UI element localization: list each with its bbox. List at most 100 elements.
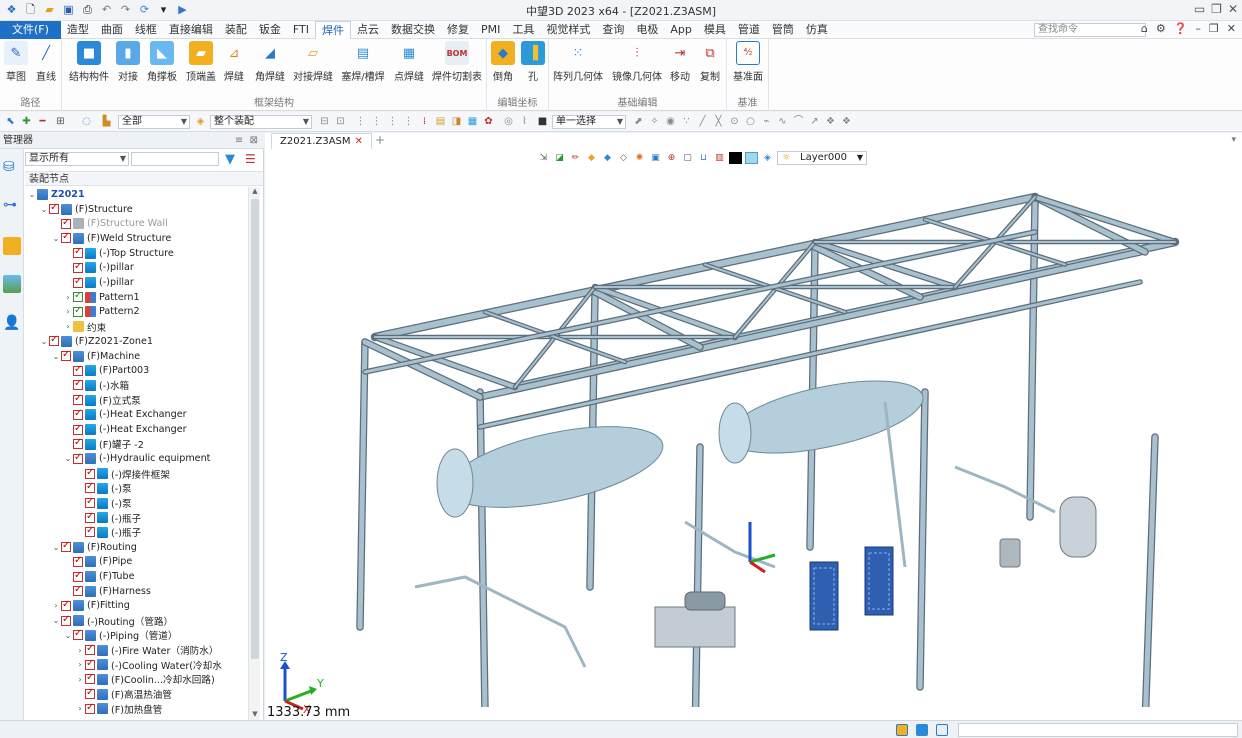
tree-node[interactable]: (-)泵: [75, 496, 132, 511]
plug-slot-weld-button[interactable]: ▤ 塞焊/槽焊: [341, 41, 385, 84]
expand-toggle-icon[interactable]: ⌄: [51, 543, 61, 552]
menu-item[interactable]: 管筒: [766, 21, 800, 39]
menu-item[interactable]: App: [664, 21, 698, 39]
tree-node[interactable]: ⌄ (F)Structure: [39, 202, 133, 217]
visibility-checkbox[interactable]: [73, 393, 83, 406]
layer-icon[interactable]: ◈: [761, 152, 774, 164]
view-light-icon[interactable]: ✺: [633, 152, 646, 164]
visibility-checkbox[interactable]: [85, 467, 95, 479]
tool-icon[interactable]: ▦: [466, 115, 479, 128]
visibility-checkbox[interactable]: [85, 496, 95, 509]
help-icon[interactable]: ❓: [1174, 22, 1188, 35]
view-color-icon[interactable]: ▣: [649, 152, 662, 164]
tree-scrollbar[interactable]: ▲ ▼: [248, 187, 260, 720]
color-black-icon[interactable]: [729, 152, 742, 164]
menu-item[interactable]: FTI: [287, 21, 315, 39]
visibility-checkbox[interactable]: [85, 511, 95, 523]
view-fit-icon[interactable]: ⇲: [537, 152, 550, 164]
tool-icon[interactable]: ■: [536, 115, 549, 128]
menu-item[interactable]: 电极: [630, 21, 664, 39]
visibility-checkbox[interactable]: [73, 364, 83, 376]
gusset-button[interactable]: ◣ 角撑板: [140, 41, 184, 83]
menu-item[interactable]: 工具: [506, 21, 540, 39]
box-select-icon[interactable]: ⊞: [54, 115, 67, 128]
tree-search-input[interactable]: [131, 152, 219, 166]
snap-icon[interactable]: ∵: [680, 115, 693, 128]
menu-item[interactable]: 点云: [351, 21, 385, 39]
expand-toggle-icon[interactable]: ›: [63, 307, 73, 316]
menu-item[interactable]: 修复: [441, 21, 475, 39]
snap-icon[interactable]: ╱: [696, 115, 709, 128]
view-box-icon[interactable]: ▢: [681, 152, 694, 164]
expand-toggle-icon[interactable]: ⌄: [51, 616, 61, 625]
tree-node[interactable]: ⌄ (F)Weld Structure: [51, 231, 171, 246]
tool-icon[interactable]: ⋮: [354, 115, 367, 128]
assembly-tab-icon[interactable]: ⊶: [3, 197, 21, 215]
tree-node[interactable]: (F)Harness: [63, 584, 151, 599]
tree-node[interactable]: (-)pillar: [63, 261, 134, 276]
tool-icon[interactable]: ▤: [434, 115, 447, 128]
document-tab[interactable]: Z2021.Z3ASM ✕: [271, 133, 372, 149]
mirror-geometry-button[interactable]: ⫶ 镜像几何体: [612, 41, 662, 84]
doc-close-icon[interactable]: ✕: [1227, 22, 1236, 35]
tree-node[interactable]: › (F)Coolin...冷却水回路): [75, 672, 214, 687]
visibility-checkbox[interactable]: [49, 202, 59, 215]
layer-combo[interactable]: ☼ Layer000 ▼: [777, 151, 867, 165]
visibility-checkbox[interactable]: [85, 643, 95, 656]
tree-node[interactable]: › (F)Fitting: [51, 599, 130, 614]
tree-node[interactable]: › 约束: [63, 319, 106, 334]
expand-toggle-icon[interactable]: ⌄: [51, 234, 61, 243]
datum-plane-button[interactable]: ⁴⁄₂ 基准面: [726, 41, 770, 83]
tree-node[interactable]: ⌄ Z2021: [27, 187, 85, 202]
tree-node[interactable]: (-)pillar: [63, 275, 134, 290]
menu-item[interactable]: 仿真: [800, 21, 834, 39]
tree-node[interactable]: ⌄ (-)Piping（管道）: [63, 628, 178, 643]
snap-icon[interactable]: ╳: [712, 115, 725, 128]
image-tab-icon[interactable]: [3, 275, 21, 293]
visibility-checkbox[interactable]: [73, 305, 83, 317]
graphics-viewport[interactable]: Z2021.Z3ASM ✕ + ▾ ⇲ ◪ ✏ ◆ ◆ ◇ ✺ ▣ ⊕ ▢ ⊔ ▥…: [265, 133, 1242, 720]
tool-icon[interactable]: ⁞: [418, 115, 431, 128]
panel-menu-icon[interactable]: ≡: [235, 135, 243, 146]
tree-node[interactable]: ⌄ (-)Routing（管路）: [51, 613, 173, 628]
butt-weld-button[interactable]: ▱ 对接焊缝: [291, 41, 335, 84]
menu-item[interactable]: 数据交换: [385, 21, 441, 39]
tool-icon[interactable]: ⌇: [518, 115, 531, 128]
tree-node[interactable]: (F)Part003: [63, 363, 149, 378]
visibility-checkbox[interactable]: [61, 349, 71, 362]
pick-icon[interactable]: ⬉: [4, 115, 17, 128]
snap-icon[interactable]: ∿: [776, 115, 789, 128]
snap-icon[interactable]: ❖: [824, 115, 837, 128]
view-section-icon[interactable]: ⊕: [665, 152, 678, 164]
menu-file[interactable]: 文件(F): [0, 20, 61, 39]
visibility-checkbox[interactable]: [73, 408, 83, 420]
color-cyan-icon[interactable]: [745, 152, 758, 164]
visibility-checkbox[interactable]: [49, 334, 59, 347]
tree-node[interactable]: (-)Top Structure: [63, 246, 174, 261]
tool-icon[interactable]: ⊟: [318, 115, 331, 128]
visibility-checkbox[interactable]: [61, 217, 71, 229]
menu-item[interactable]: 视觉样式: [540, 21, 596, 39]
menu-item[interactable]: 曲面: [95, 21, 129, 39]
menu-item[interactable]: 焊件: [315, 20, 352, 39]
filter-combo[interactable]: 全部 ▼: [118, 115, 190, 129]
command-input[interactable]: [958, 723, 1238, 737]
snap-icon[interactable]: ⊙: [728, 115, 741, 128]
visibility-checkbox[interactable]: [61, 540, 71, 553]
expand-toggle-icon[interactable]: ⌄: [39, 205, 49, 214]
view-wire-icon[interactable]: ◇: [617, 152, 630, 164]
fillet-weld-button[interactable]: ◢ 角焊缝: [248, 41, 292, 84]
tree-node[interactable]: ⌄ (F)Machine: [51, 349, 140, 364]
snap-icon[interactable]: ❖: [840, 115, 853, 128]
menu-item[interactable]: 管道: [732, 21, 766, 39]
status-window-icon[interactable]: [936, 724, 948, 736]
minimize-icon[interactable]: ▭: [1194, 2, 1205, 16]
assembly-scope-combo[interactable]: 整个装配 ▼: [210, 115, 312, 129]
snap-icon[interactable]: ◉: [664, 115, 677, 128]
visibility-checkbox[interactable]: [73, 584, 83, 597]
display-filter-combo[interactable]: 显示所有 ▼: [25, 152, 129, 166]
visibility-checkbox[interactable]: [85, 687, 95, 700]
tree-node[interactable]: › Pattern2: [63, 305, 140, 320]
tree-node[interactable]: › Pattern1: [63, 290, 140, 305]
menu-item[interactable]: 模具: [698, 21, 732, 39]
